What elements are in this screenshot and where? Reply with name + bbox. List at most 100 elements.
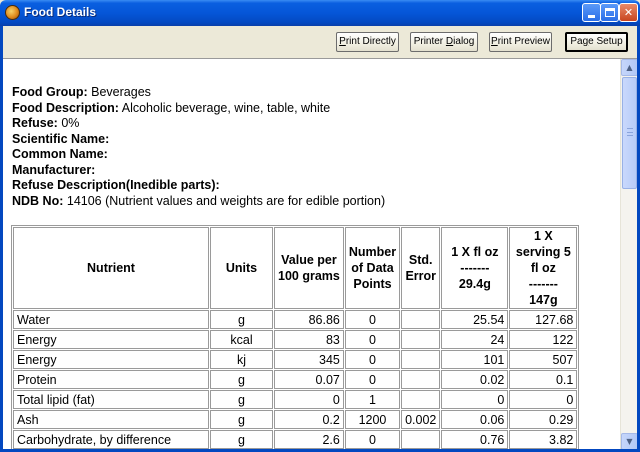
cell-units: g	[210, 390, 273, 409]
cell-nutrient: Energy	[13, 350, 209, 369]
scroll-down-button[interactable]: ▼	[621, 433, 637, 449]
cell-serving1: 0	[441, 390, 509, 409]
printer-dialog-label: ialog	[453, 36, 475, 47]
app-icon	[5, 5, 20, 20]
cell-units: kj	[210, 350, 273, 369]
col-serving2-header: 1 X serving 5 fl oz ------- 147g	[509, 227, 578, 309]
cell-data-points: 1200	[344, 410, 401, 429]
cell-serving1: 101	[441, 350, 509, 369]
table-row: Protein g 0.07 0 0.02 0.1	[13, 370, 578, 389]
col-serving2-header-line: 147g	[529, 293, 558, 307]
food-description-value: Alcoholic beverage, wine, table, white	[118, 100, 331, 115]
food-info: Food Group: Beverages Food Description: …	[12, 85, 612, 209]
cell-nutrient: Energy	[13, 330, 209, 349]
col-serving2-header-line: -------	[528, 277, 558, 291]
cell-serving2: 507	[509, 350, 578, 369]
cell-nutrient: Water	[13, 310, 209, 329]
print-directly-label: rint Directly	[345, 36, 396, 47]
manufacturer-label: Manufacturer:	[12, 162, 96, 177]
printer-dialog-label-pre: Printer	[413, 36, 446, 47]
maximize-button[interactable]	[600, 3, 619, 22]
cell-data-points: 1	[344, 390, 401, 409]
col-std-error-header: Std. Error	[401, 227, 441, 309]
cell-std-error	[401, 350, 441, 369]
close-icon: ✕	[623, 6, 634, 19]
cell-value: 2.6	[274, 430, 344, 449]
col-units-header: Units	[210, 227, 273, 309]
col-value-header-line: 100 grams	[278, 269, 340, 283]
minimize-button[interactable]	[582, 3, 601, 22]
page-setup-label-pre: Pa	[570, 36, 583, 47]
col-serving2-header-line: 1 X	[533, 229, 553, 243]
ndb-no-label: NDB No:	[12, 193, 64, 208]
cell-units: g	[210, 370, 273, 389]
col-data-points-header-line: Number	[348, 245, 397, 259]
table-row: Energy kcal 83 0 24 122	[13, 330, 578, 349]
toolbar: Print Directly Printer Dialog Print Prev…	[3, 26, 637, 58]
arrow-up-icon: ▲	[626, 63, 633, 72]
cell-data-points: 0	[344, 350, 401, 369]
common-name-label: Common Name:	[12, 147, 108, 161]
table-row: Total lipid (fat) g 0 1 0 0	[13, 390, 578, 409]
cell-units: g	[210, 310, 273, 329]
window-client: Print Directly Printer Dialog Print Prev…	[3, 26, 637, 449]
scientific-name-line: Scientific Name:	[12, 132, 612, 148]
cell-nutrient: Ash	[13, 410, 209, 429]
vertical-scrollbar[interactable]: ▲ ▼	[620, 59, 637, 449]
close-button[interactable]: ✕	[619, 3, 638, 22]
cell-nutrient: Protein	[13, 370, 209, 389]
page-setup-button[interactable]: Page Setup	[565, 32, 628, 52]
printer-dialog-button[interactable]: Printer Dialog	[410, 32, 478, 52]
refuse-label: Refuse:	[12, 116, 58, 130]
col-data-points-header: Number of Data Points	[344, 227, 401, 309]
cell-value: 86.86	[274, 310, 344, 329]
col-std-error-header-line: Error	[405, 269, 437, 283]
cell-serving1: 0.76	[441, 430, 509, 449]
print-directly-button[interactable]: Print Directly	[336, 32, 399, 52]
col-serving1-header-line: -------	[460, 261, 490, 275]
cell-serving1: 25.54	[441, 310, 509, 329]
cell-serving2: 0.29	[509, 410, 578, 429]
window-title: Food Details	[24, 5, 97, 19]
cell-data-points: 0	[344, 310, 401, 329]
maximize-icon	[604, 8, 615, 17]
col-nutrient-header: Nutrient	[13, 227, 209, 309]
table-row: Water g 86.86 0 25.54 127.68	[13, 310, 578, 329]
food-description-line: Food Description: Alcoholic beverage, wi…	[12, 101, 612, 117]
cell-value: 0	[274, 390, 344, 409]
refuse-line: Refuse: 0%	[12, 116, 612, 132]
table-row: Carbohydrate, by difference g 2.6 0 0.76 3.82	[13, 430, 578, 449]
ndb-no-value: 14106 (Nutrient values and weights are f…	[63, 193, 386, 208]
manufacturer-line: Manufacturer:	[12, 163, 612, 179]
table-row: Energy kj 345 0 101 507	[13, 350, 578, 369]
col-serving2-header-line: serving 5	[515, 245, 571, 259]
cell-std-error: 0.002	[401, 410, 441, 429]
scroll-thumb[interactable]	[622, 77, 637, 189]
col-serving1-header: 1 X fl oz ------- 29.4g	[441, 227, 509, 309]
refuse-description-label: Refuse Description(Inedible parts):	[12, 178, 220, 192]
cell-std-error	[401, 430, 441, 449]
refuse-description-line: Refuse Description(Inedible parts):	[12, 178, 612, 194]
cell-std-error	[401, 390, 441, 409]
common-name-line: Common Name:	[12, 147, 612, 163]
report-view[interactable]: Food Group: Beverages Food Description: …	[3, 58, 637, 449]
arrow-down-icon: ▼	[626, 437, 633, 446]
cell-value: 0.07	[274, 370, 344, 389]
cell-value: 83	[274, 330, 344, 349]
cell-std-error	[401, 370, 441, 389]
scroll-up-button[interactable]: ▲	[621, 59, 637, 76]
cell-data-points: 0	[344, 430, 401, 449]
nutrient-table: Nutrient Units Value per 100 grams Numbe…	[11, 225, 580, 449]
print-preview-button[interactable]: Print Preview	[489, 32, 552, 52]
minimize-icon	[588, 15, 595, 18]
grip-icon	[627, 128, 633, 136]
cell-serving1: 24	[441, 330, 509, 349]
print-preview-label: rint Preview	[497, 36, 550, 47]
print-directly-hotkey: P	[339, 36, 346, 47]
col-serving1-header-line: 1 X fl oz	[451, 245, 499, 259]
print-preview-hotkey: P	[491, 36, 498, 47]
table-row: Ash g 0.2 1200 0.002 0.06 0.29	[13, 410, 578, 429]
col-value-header: Value per 100 grams	[274, 227, 344, 309]
col-data-points-header-line: Points	[353, 277, 392, 291]
window-frame: Print Directly Printer Dialog Print Prev…	[0, 26, 640, 452]
